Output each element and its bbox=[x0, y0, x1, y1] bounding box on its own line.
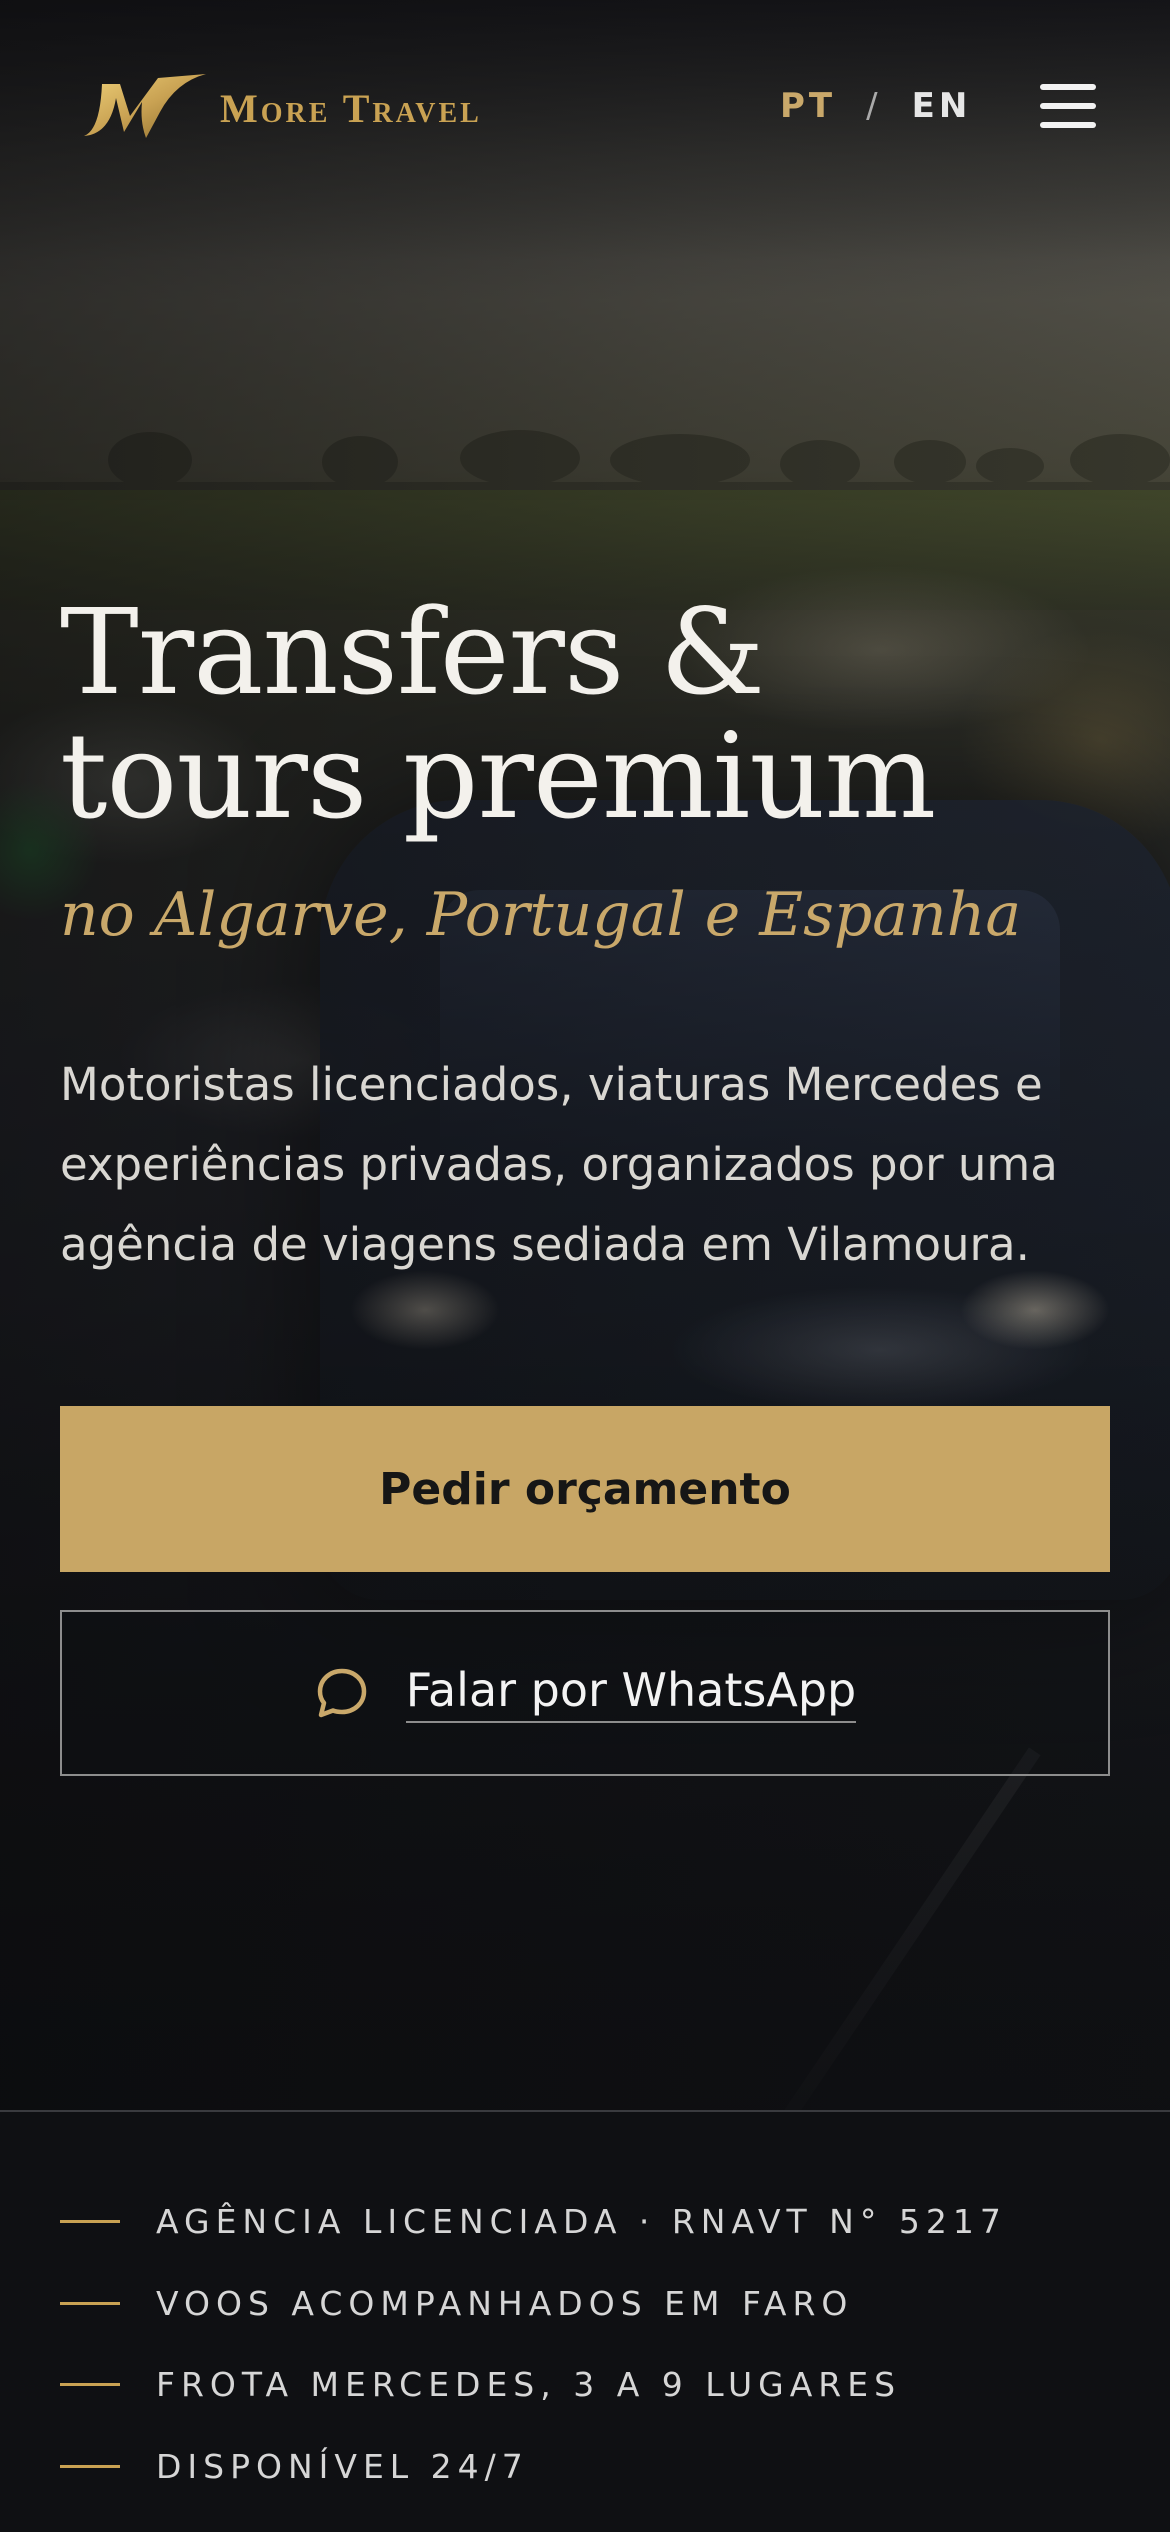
gold-dash bbox=[60, 2383, 120, 2386]
brand-logo[interactable]: More Travel bbox=[80, 72, 520, 144]
whatsapp-button[interactable]: Falar por WhatsApp bbox=[60, 1610, 1110, 1776]
trust-item-fleet: FROTA MERCEDES, 3 A 9 LUGARES bbox=[60, 2365, 901, 2404]
page: More Travel PT / EN Transfers & tours pr… bbox=[0, 0, 1170, 2532]
lang-en-link[interactable]: EN bbox=[912, 86, 972, 126]
whatsapp-label: Falar por WhatsApp bbox=[405, 1663, 857, 1723]
trust-label: DISPONÍVEL 24/7 bbox=[156, 2447, 529, 2486]
hamburger-menu-icon[interactable] bbox=[1040, 84, 1096, 130]
trust-label: VOOS ACOMPANHADOS EM FARO bbox=[156, 2284, 854, 2323]
hero-subtitle: no Algarve, Portugal e Espanha bbox=[60, 880, 1022, 950]
hero-title-line-2: tours premium bbox=[60, 707, 936, 845]
lang-separator: / bbox=[866, 86, 882, 126]
gold-dash bbox=[60, 2220, 120, 2223]
language-switcher: PT / EN bbox=[780, 86, 971, 126]
trust-label: AGÊNCIA LICENCIADA · RNAVT N° 5217 bbox=[156, 2202, 1007, 2241]
hero-intro: Motoristas licenciados, viaturas Mercede… bbox=[60, 1058, 1058, 1271]
request-quote-label: Pedir orçamento bbox=[379, 1463, 791, 1515]
brand-name: More Travel bbox=[220, 85, 482, 131]
gold-dash bbox=[60, 2465, 120, 2468]
lang-pt-link[interactable]: PT bbox=[780, 86, 836, 126]
trust-item-faro-flights: VOOS ACOMPANHADOS EM FARO bbox=[60, 2284, 853, 2323]
hero-title-line-1: Transfers & bbox=[60, 583, 765, 721]
trust-label: FROTA MERCEDES, 3 A 9 LUGARES bbox=[156, 2365, 902, 2404]
request-quote-button[interactable]: Pedir orçamento bbox=[60, 1406, 1110, 1572]
trust-item-availability: DISPONÍVEL 24/7 bbox=[60, 2447, 529, 2486]
site-header: More Travel PT / EN bbox=[0, 0, 1170, 220]
gold-dash bbox=[60, 2302, 120, 2305]
trust-item-license: AGÊNCIA LICENCIADA · RNAVT N° 5217 bbox=[60, 2202, 1007, 2241]
chat-bubble-icon bbox=[317, 1668, 366, 1718]
hero-title: Transfers & tours premium bbox=[60, 590, 1120, 838]
mt-monogram-logo-icon bbox=[84, 74, 206, 138]
trust-strip: AGÊNCIA LICENCIADA · RNAVT N° 5217 VOOS … bbox=[0, 2110, 1170, 2532]
